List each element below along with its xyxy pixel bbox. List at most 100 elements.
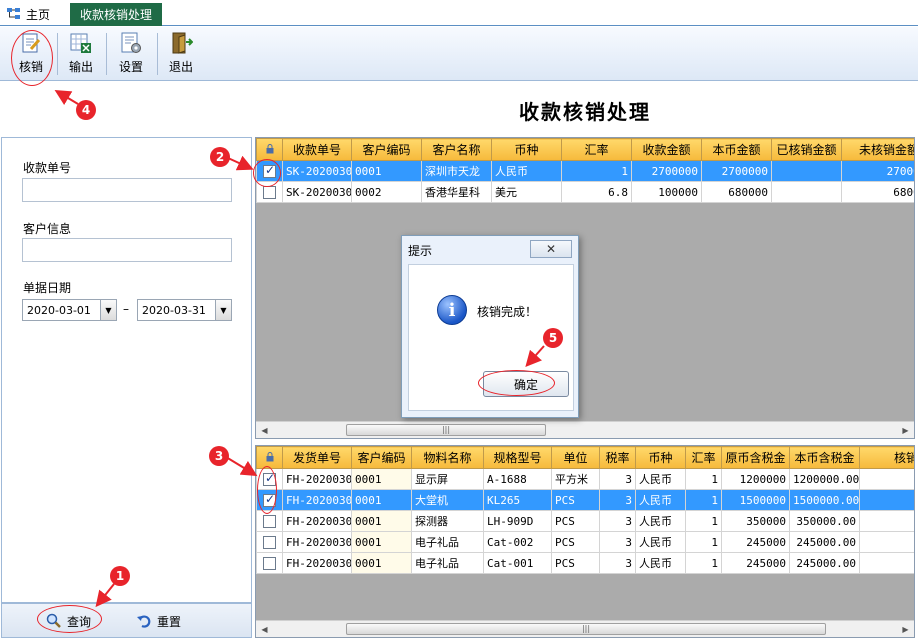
cell-writeoff-amount: [859, 531, 914, 553]
col-local-amount-tax[interactable]: 本币含税金: [789, 446, 860, 469]
cell-exchange-rate: 1: [685, 468, 722, 490]
cell-local-amount-tax: 350000.00: [789, 510, 860, 532]
cell-customer-name: 香港华星科: [421, 181, 492, 203]
cell-exchange-rate: 6.8: [561, 181, 632, 203]
table-row[interactable]: SK-2020030 0002 香港华星科 美元 6.8 100000 6800…: [256, 181, 914, 203]
exit-button[interactable]: 退出: [159, 31, 203, 79]
customer-input[interactable]: [22, 238, 232, 262]
lock-icon: [256, 138, 283, 161]
close-button[interactable]: ✕: [530, 240, 572, 258]
checkbox-unchecked[interactable]: [263, 535, 276, 549]
col-written-off[interactable]: 已核销金额: [771, 138, 842, 161]
scroll-right-icon[interactable]: ▶: [897, 621, 914, 637]
toolbar-separator: [106, 33, 107, 75]
tab-home[interactable]: 主页: [6, 4, 50, 24]
col-exchange-rate[interactable]: 汇率: [561, 138, 632, 161]
receipt-grid-hscrollbar[interactable]: ◀ ||| ▶: [256, 421, 914, 438]
cell-writeoff-amount: [859, 510, 914, 532]
table-row[interactable]: FH-2020030 0001 电子礼品 Cat-001 PCS 3 人民币 1 245000 2…: [256, 552, 914, 574]
cell-material-name: 电子礼品: [411, 552, 484, 574]
receipt-no-input[interactable]: [22, 178, 232, 202]
cell-exchange-rate: 1: [685, 489, 722, 511]
scroll-left-icon[interactable]: ◀: [256, 422, 273, 438]
col-receipt-no[interactable]: 收款单号: [282, 138, 352, 161]
row-checkbox[interactable]: [256, 510, 283, 532]
col-receipt-amount[interactable]: 收款金额: [631, 138, 702, 161]
scroll-left-icon[interactable]: ◀: [256, 621, 273, 637]
date-to-picker[interactable]: 2020-03-31 ▼: [137, 299, 232, 321]
cell-local-amount-tax: 245000.00: [789, 531, 860, 553]
cell-spec-model: Cat-001: [483, 552, 552, 574]
cell-local-amount: 2700000: [701, 160, 772, 182]
settings-button[interactable]: 设置: [109, 31, 153, 79]
col-currency[interactable]: 币种: [635, 446, 686, 469]
cell-unit: PCS: [551, 531, 600, 553]
col-writeoff-amount[interactable]: 核销金额: [859, 446, 914, 469]
chevron-down-icon[interactable]: ▼: [215, 300, 231, 320]
cell-written-off: [771, 181, 842, 203]
table-row[interactable]: FH-20200300001显示屏A-1688平方米3人民币1120000012…: [256, 468, 914, 490]
cell-writeoff-amount: [859, 489, 914, 511]
cell-spec-model: A-1688: [483, 468, 552, 490]
annotation-ring-ok: [478, 370, 555, 396]
cell-delivery-no: FH-2020030: [282, 552, 352, 574]
annotation-ring-delivery-checkboxes: [257, 466, 277, 514]
annotation-badge-1: 1: [110, 566, 130, 586]
col-customer-name[interactable]: 客户名称: [421, 138, 492, 161]
tab-receipt-writeoff[interactable]: 收款核销处理: [70, 3, 162, 26]
chevron-down-icon[interactable]: ▼: [100, 300, 116, 320]
table-row[interactable]: FH-2020030 0001 探测器 LH-909D PCS 3 人民币 1 350000 35…: [256, 510, 914, 532]
scroll-right-icon[interactable]: ▶: [897, 422, 914, 438]
date-from-picker[interactable]: 2020-03-01 ▼: [22, 299, 117, 321]
cell-currency: 人民币: [635, 489, 686, 511]
export-button-label: 输出: [68, 60, 93, 74]
col-exchange-rate[interactable]: 汇率: [685, 446, 722, 469]
annotation-badge-3: 3: [209, 446, 229, 466]
col-local-amount[interactable]: 本币金额: [701, 138, 772, 161]
col-currency[interactable]: 币种: [491, 138, 562, 161]
cell-currency: 人民币: [635, 510, 686, 532]
checkbox-unchecked[interactable]: [263, 514, 276, 528]
export-button[interactable]: 输出: [59, 31, 103, 79]
date-from-value: 2020-03-01: [27, 303, 91, 317]
col-customer-code[interactable]: 客户编码: [351, 446, 412, 469]
delivery-grid-hscrollbar[interactable]: ◀ ||| ▶: [256, 620, 914, 637]
dialog-title: 提示: [408, 244, 433, 258]
settings-sheet-icon: [121, 32, 141, 53]
cell-unit: PCS: [551, 552, 600, 574]
col-tax-rate[interactable]: 税率: [599, 446, 636, 469]
col-unit[interactable]: 单位: [551, 446, 600, 469]
row-checkbox[interactable]: [256, 552, 283, 574]
table-row[interactable]: FH-2020030 0001 电子礼品 Cat-002 PCS 3 人民币 1 245000 2…: [256, 531, 914, 553]
col-delivery-no[interactable]: 发货单号: [282, 446, 352, 469]
row-checkbox[interactable]: [256, 531, 283, 553]
close-icon: ✕: [545, 242, 557, 256]
scroll-thumb[interactable]: |||: [346, 623, 826, 635]
checkbox-unchecked[interactable]: [263, 556, 276, 570]
cell-delivery-no: FH-2020030: [282, 510, 352, 532]
cell-customer-name: 深圳市天龙: [421, 160, 492, 182]
col-customer-code[interactable]: 客户编码: [351, 138, 422, 161]
cell-spec-model: KL265: [483, 489, 552, 511]
col-orig-amount-tax[interactable]: 原币含税金: [721, 446, 790, 469]
cell-exchange-rate: 1: [685, 510, 722, 532]
cell-currency: 人民币: [635, 552, 686, 574]
table-row[interactable]: SK-2020030 0001 深圳市天龙 人民币 1 2700000 2700…: [256, 160, 914, 182]
cell-spec-model: LH-909D: [483, 510, 552, 532]
cell-orig-amount-tax: 1500000: [721, 489, 790, 511]
cell-orig-amount-tax: 350000: [721, 510, 790, 532]
cell-material-name: 电子礼品: [411, 531, 484, 553]
settings-button-label: 设置: [118, 60, 143, 74]
receipt-grid-header: 收款单号 客户编码 客户名称 币种 汇率 收款金额 本币金额 已核销金额 未核销…: [256, 138, 914, 161]
reset-button[interactable]: 重置: [136, 610, 181, 632]
cell-outstanding: 680000: [841, 181, 914, 203]
cell-material-name: 大堂机: [411, 489, 484, 511]
col-outstanding[interactable]: 未核销金额: [841, 138, 914, 161]
col-spec-model[interactable]: 规格型号: [483, 446, 552, 469]
cell-orig-amount-tax: 1200000: [721, 468, 790, 490]
scroll-thumb[interactable]: |||: [346, 424, 546, 436]
table-row[interactable]: FH-20200300001大堂机KL265PCS3人民币11500000150…: [256, 489, 914, 511]
col-material-name[interactable]: 物料名称: [411, 446, 484, 469]
cell-delivery-no: FH-2020030: [282, 468, 352, 490]
checkbox-unchecked[interactable]: [263, 185, 276, 199]
